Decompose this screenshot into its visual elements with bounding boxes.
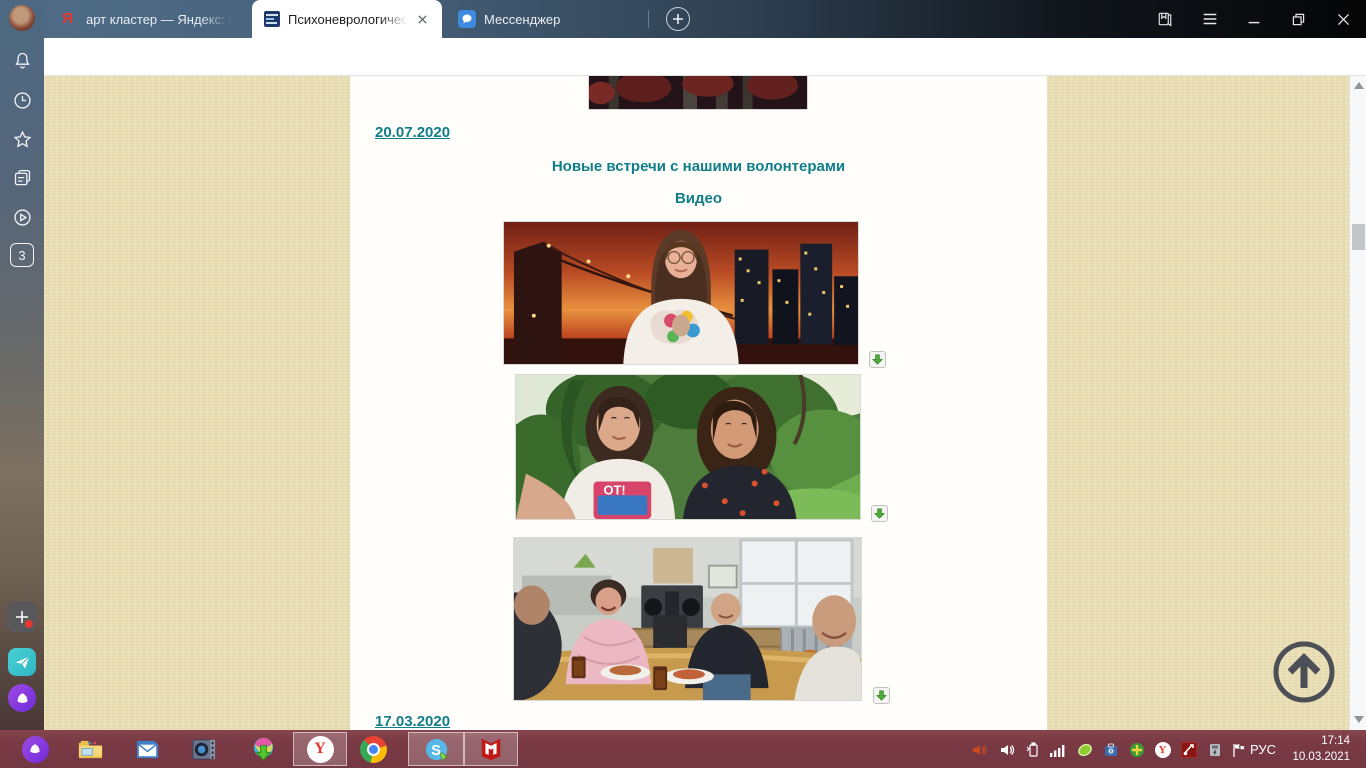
tray-language-indicator[interactable]: РУС bbox=[1243, 730, 1283, 768]
tab-label: Мессенджер bbox=[484, 12, 614, 27]
yandex-letter: Y bbox=[1159, 744, 1167, 756]
video-thumbnail-girls-garden[interactable]: ОТ! bbox=[515, 374, 861, 520]
open-tabs-counter[interactable]: 3 bbox=[10, 243, 34, 267]
tab-count-value: 3 bbox=[18, 248, 25, 263]
profile-avatar[interactable] bbox=[9, 5, 35, 31]
yandex-messenger-icon[interactable] bbox=[8, 648, 36, 676]
close-button[interactable] bbox=[1332, 8, 1354, 30]
taskbar-file-explorer-icon[interactable] bbox=[76, 735, 104, 763]
collections-icon[interactable] bbox=[11, 167, 33, 189]
tab-messenger[interactable]: Мессенджер bbox=[446, 0, 646, 38]
video-thumbnail-residents-table[interactable] bbox=[513, 537, 862, 701]
windows-taskbar: Y S bbox=[0, 730, 1366, 768]
sidebar-add-button[interactable] bbox=[7, 602, 37, 632]
taskbar-alice-icon[interactable] bbox=[21, 735, 49, 763]
bookmarks-star-icon[interactable] bbox=[11, 128, 33, 150]
browser-tab-bar: Я арт кластер — Яндекс: на Психоневролог… bbox=[0, 0, 1366, 38]
tray-time: 17:14 bbox=[1284, 733, 1350, 749]
tray-green-cross-icon[interactable] bbox=[1128, 741, 1145, 758]
video-play-icon[interactable] bbox=[11, 206, 33, 228]
tray-antivirus-icon[interactable] bbox=[1076, 741, 1093, 758]
previous-photo-cutoff[interactable] bbox=[588, 76, 808, 110]
history-clock-icon[interactable] bbox=[11, 89, 33, 111]
messenger-favicon bbox=[458, 10, 476, 28]
new-tab-button[interactable] bbox=[666, 7, 690, 31]
bookmarks-panel-icon[interactable] bbox=[1154, 8, 1176, 30]
tab-label: арт кластер — Яндекс: на bbox=[86, 12, 236, 27]
notification-dot bbox=[25, 620, 33, 628]
tray-volume-icon[interactable] bbox=[998, 741, 1015, 758]
scroll-to-top-button[interactable] bbox=[1270, 638, 1338, 706]
video-thumbnail-girl-bridge[interactable] bbox=[503, 221, 859, 365]
tray-battery-icon[interactable] bbox=[1024, 741, 1041, 758]
next-post-date-link[interactable]: 17.03.2020 bbox=[375, 713, 450, 730]
browser-toolbar: Я internat-polessk.klgd.socinfo.ru Психо… bbox=[0, 38, 1366, 76]
tab-art-cluster[interactable]: Я арт кластер — Яндекс: на bbox=[48, 0, 248, 38]
taskbar-chrome-icon[interactable] bbox=[359, 735, 387, 763]
taskbar-download-manager-icon[interactable] bbox=[248, 735, 276, 763]
tab-close-icon[interactable] bbox=[414, 11, 430, 27]
content-column: 20.07.2020 Новые встречи с нашими волонт… bbox=[350, 76, 1047, 768]
taskbar-mail-icon[interactable] bbox=[133, 735, 161, 763]
tab-label: Психоневрологический bbox=[288, 12, 410, 27]
post-date-link[interactable]: 20.07.2020 bbox=[375, 124, 450, 141]
tray-yandex-icon[interactable]: Y bbox=[1154, 741, 1171, 758]
tab-separator bbox=[648, 10, 649, 28]
page-viewport: 20.07.2020 Новые встречи с нашими волонт… bbox=[44, 76, 1349, 768]
svg-text:S: S bbox=[431, 742, 441, 758]
taskbar-skype-open[interactable]: S bbox=[408, 732, 464, 766]
screen: Я арт кластер — Яндекс: на Психоневролог… bbox=[0, 0, 1366, 768]
scrollbar-up-arrow[interactable] bbox=[1354, 82, 1364, 89]
restore-button[interactable] bbox=[1287, 8, 1309, 30]
shirt-text: ОТ! bbox=[603, 482, 625, 497]
language-code: РУС bbox=[1250, 742, 1276, 757]
tab-internat-active[interactable]: Психоневрологический bbox=[252, 0, 442, 38]
browser-sidebar: 3 bbox=[0, 0, 44, 768]
site-favicon bbox=[264, 11, 280, 27]
taskbar-mcafee-open[interactable] bbox=[464, 732, 518, 766]
tray-date: 10.03.2021 bbox=[1284, 749, 1350, 765]
yandex-favicon: Я bbox=[62, 11, 78, 27]
yandex-letter: Y bbox=[314, 740, 326, 758]
video-label: Видео bbox=[350, 190, 1047, 207]
tray-clock[interactable]: 17:14 10.03.2021 bbox=[1284, 733, 1350, 765]
post-title: Новые встречи с нашими волонтерами bbox=[350, 158, 1047, 175]
video-download-button[interactable] bbox=[869, 351, 886, 368]
notifications-bell-icon[interactable] bbox=[11, 49, 33, 71]
taskbar-media-player-icon[interactable] bbox=[189, 735, 217, 763]
tray-volume-mixer-icon[interactable] bbox=[970, 741, 987, 758]
tray-adobe-tool-icon[interactable] bbox=[1180, 741, 1197, 758]
alice-assistant-icon[interactable] bbox=[8, 684, 36, 712]
browser-menu-icon[interactable] bbox=[1199, 8, 1221, 30]
video-download-button[interactable] bbox=[871, 505, 888, 522]
video-download-button[interactable] bbox=[873, 687, 890, 704]
minimize-button[interactable] bbox=[1243, 8, 1265, 30]
scrollbar-thumb[interactable] bbox=[1352, 224, 1365, 250]
tray-usb-device-icon[interactable] bbox=[1206, 741, 1223, 758]
page-scrollbar[interactable] bbox=[1349, 76, 1366, 768]
taskbar-yandex-browser-open[interactable]: Y bbox=[293, 732, 347, 766]
tray-security-case-icon[interactable] bbox=[1102, 741, 1119, 758]
scrollbar-down-arrow[interactable] bbox=[1354, 716, 1364, 723]
tray-network-signal-icon[interactable] bbox=[1048, 741, 1065, 758]
